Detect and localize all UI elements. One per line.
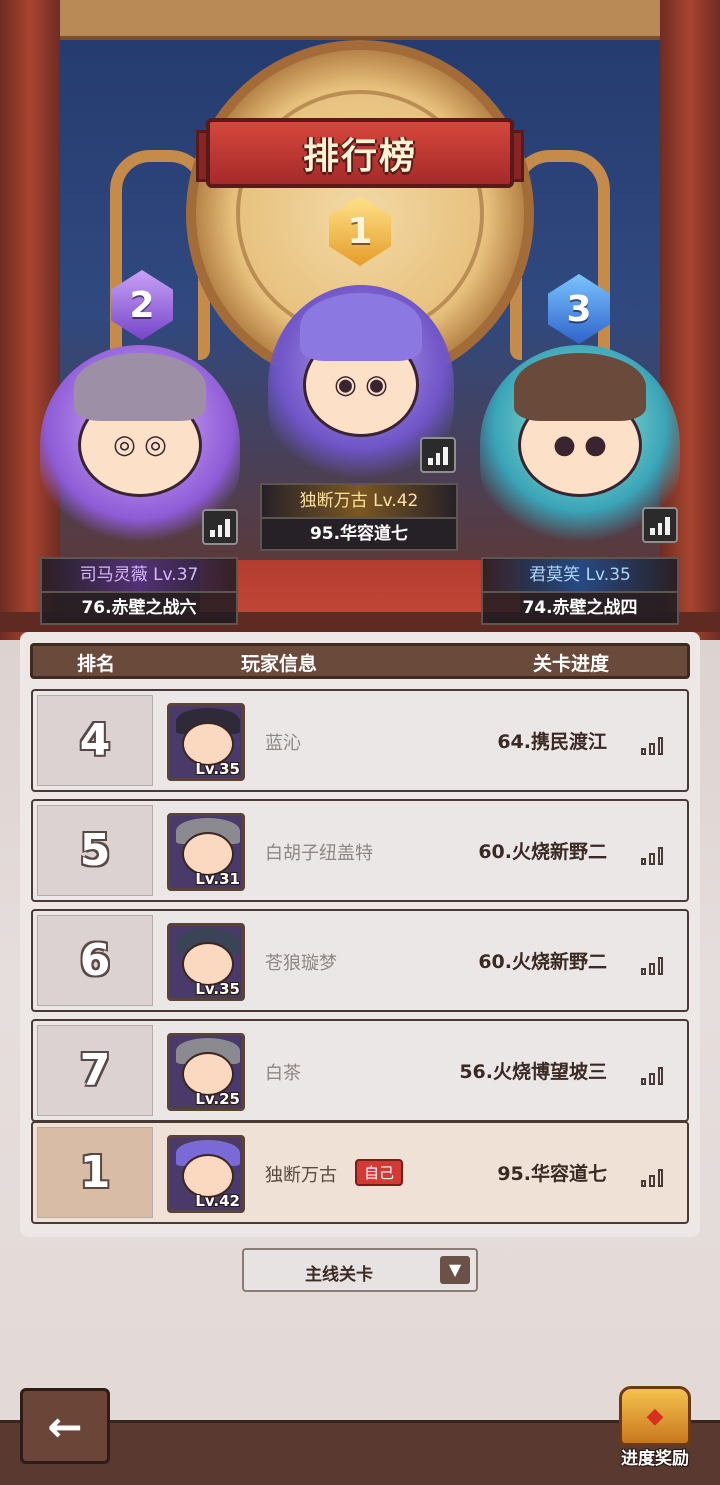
stats-icon[interactable] [635,1157,669,1193]
arrow-left-icon: ← [47,1401,83,1451]
hero-hair [74,353,206,421]
stage-progress: 56.火烧博望坡三 [459,1061,607,1083]
avatar[interactable]: Lv.35 [167,923,245,1001]
page-title: 排行榜 [302,136,417,177]
player-name: 白胡子纽盖特 [265,843,373,864]
row-rank: 1 [37,1127,153,1218]
avatar[interactable]: Lv.31 [167,813,245,891]
hero-hair [514,353,646,421]
row-rank: 6 [37,915,153,1006]
stage-progress: 60.火烧新野二 [478,841,607,863]
podium-1-stats-icon[interactable] [420,437,456,473]
podium-3-plate: 君莫笑 Lv.35 74.赤壁之战四 [481,557,679,625]
back-button[interactable]: ← [20,1388,110,1464]
wall-trim [60,0,660,40]
podium-1-stage: 95.华容道七 [309,524,409,544]
header-rank: 排名 [77,653,116,675]
stats-icon[interactable] [635,835,669,871]
podium-3-name: 君莫笑 Lv.35 [483,559,677,593]
podium-3-stage: 74.赤壁之战四 [522,598,638,618]
avatar-level: Lv.31 [195,870,240,888]
player-name: 白茶 [265,1063,301,1084]
avatar-level: Lv.42 [195,1192,240,1210]
avatar[interactable]: Lv.42 [167,1135,245,1213]
progress-reward-button[interactable]: ◆ 进度奖励 [610,1386,700,1476]
chevron-down-icon[interactable]: ▼ [440,1256,470,1284]
row-rank: 5 [37,805,153,896]
podium-2-name: 司马灵薇 Lv.37 [42,559,236,593]
podium-2-stats-icon[interactable] [202,509,238,545]
player-name: 蓝沁 [265,733,301,754]
header-player: 玩家信息 [241,653,318,675]
header-progress: 关卡进度 [533,653,610,675]
hero-hair [299,293,423,361]
player-name: 独断万古 [265,1165,337,1186]
dropdown-label: 主线关卡 [305,1265,373,1285]
player-name: 苍狼璇梦 [265,953,337,974]
stats-icon[interactable] [635,725,669,761]
treasure-chest-icon: ◆ [619,1386,691,1446]
stats-icon[interactable] [635,1055,669,1091]
podium-2-stage: 76.赤壁之战六 [81,598,197,618]
avatar-level: Lv.25 [195,1090,240,1108]
avatar-level: Lv.35 [195,980,240,998]
podium-1-name: 独断万古 Lv.42 [262,485,456,519]
stage-progress: 60.火烧新野二 [478,951,607,973]
table-row[interactable]: 4 Lv.35 蓝沁 64.携民渡江 [31,689,689,792]
podium-2-plate: 司马灵薇 Lv.37 76.赤壁之战六 [40,557,238,625]
title-banner: 排行榜 [206,118,514,188]
avatar-level: Lv.35 [195,760,240,778]
podium-1-plate: 独断万古 Lv.42 95.华容道七 [260,483,458,551]
self-badge: 自己 [355,1159,404,1186]
row-rank: 7 [37,1025,153,1116]
reward-label: 进度奖励 [621,1449,689,1469]
self-row[interactable]: 1 Lv.42 独断万古 自己 95.华容道七 [31,1121,689,1224]
category-dropdown[interactable]: 主线关卡 ▼ [242,1248,478,1292]
stage-progress: 64.携民渡江 [497,731,607,753]
avatar[interactable]: Lv.35 [167,703,245,781]
table-row[interactable]: 6 Lv.35 苍狼璇梦 60.火烧新野二 [31,909,689,1012]
table-header: 排名 玩家信息 关卡进度 [30,643,690,679]
table-row[interactable]: 7 Lv.25 白茶 56.火烧博望坡三 [31,1019,689,1122]
table-row[interactable]: 5 Lv.31 白胡子纽盖特 60.火烧新野二 [31,799,689,902]
stage-progress: 95.华容道七 [497,1163,607,1185]
avatar[interactable]: Lv.25 [167,1033,245,1111]
stats-icon[interactable] [635,945,669,981]
podium-3-stats-icon[interactable] [642,507,678,543]
row-rank: 4 [37,695,153,786]
